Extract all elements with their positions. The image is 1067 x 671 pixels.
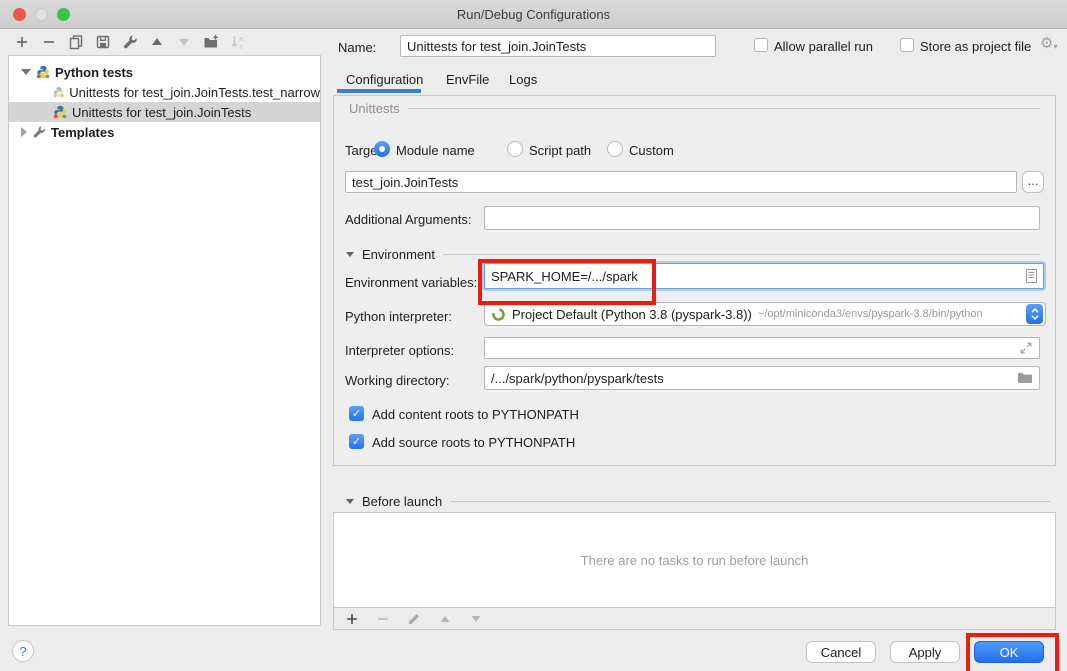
name-input[interactable] (400, 35, 716, 57)
add-content-roots-checkbox[interactable]: ✓ (349, 406, 364, 421)
python-tests-icon (53, 85, 64, 99)
add-source-roots-label: Add source roots to PYTHONPATH (372, 435, 575, 450)
conda-environment-icon (491, 307, 506, 322)
new-folder-icon[interactable] (203, 34, 219, 50)
tree-item-label: Unittests for test_join.JoinTests.test_n… (69, 85, 320, 100)
chevron-up-down-icon[interactable] (1026, 304, 1043, 324)
browse-variables-icon[interactable] (1026, 269, 1037, 283)
python-interpreter-combobox[interactable]: Project Default (Python 3.8 (pyspark-3.8… (484, 302, 1046, 326)
collapse-icon[interactable] (21, 69, 31, 75)
sort-configurations-icon[interactable]: az (230, 34, 246, 50)
target-script-path-radio[interactable] (507, 141, 523, 157)
working-directory-input[interactable]: /.../spark/python/pyspark/tests (484, 366, 1040, 390)
python-tests-icon (36, 65, 50, 79)
target-module-name-radio[interactable] (374, 141, 390, 157)
store-as-project-file-label: Store as project file (920, 39, 1031, 54)
divider (408, 108, 1040, 109)
tab-configuration[interactable]: Configuration (346, 72, 423, 87)
move-task-down-icon[interactable] (468, 611, 484, 627)
add-task-icon[interactable] (344, 611, 360, 627)
environment-section-header[interactable]: Environment (346, 247, 1040, 262)
before-launch-empty-text: There are no tasks to run before launch (581, 553, 809, 568)
cancel-button[interactable]: Cancel (806, 641, 876, 663)
expand-icon[interactable] (21, 127, 27, 137)
environment-variables-label: Environment variables: (345, 275, 477, 290)
environment-section-label: Environment (362, 247, 435, 262)
name-label: Name: (338, 40, 376, 55)
before-launch-task-list[interactable]: There are no tasks to run before launch (333, 512, 1056, 608)
python-interpreter-value: Project Default (Python 3.8 (pyspark-3.8… (512, 307, 752, 322)
before-launch-section-label: Before launch (362, 494, 442, 509)
store-as-project-file-checkbox[interactable] (900, 38, 914, 52)
target-custom-label[interactable]: Custom (629, 143, 674, 158)
gear-icon[interactable]: ⚙▾ (1040, 35, 1057, 51)
tree-item-test-narrow[interactable]: Unittests for test_join.JoinTests.test_n… (9, 82, 320, 102)
move-up-icon[interactable] (149, 34, 165, 50)
tab-envfile[interactable]: EnvFile (446, 72, 489, 87)
unittests-group-header: Unittests (349, 101, 1040, 116)
add-source-roots-checkbox[interactable]: ✓ (349, 434, 364, 449)
target-custom-radio[interactable] (607, 141, 623, 157)
python-interpreter-path: ~/opt/miniconda3/envs/pyspark-3.8/bin/py… (758, 308, 983, 320)
tree-item-jointests-selected[interactable]: Unittests for test_join.JoinTests (9, 102, 320, 122)
annotation-box-environment-variables (478, 259, 656, 305)
help-button[interactable]: ? (12, 640, 34, 662)
additional-arguments-input[interactable] (484, 206, 1040, 230)
tree-group-label: Python tests (55, 65, 133, 80)
move-down-icon[interactable] (176, 34, 192, 50)
allow-parallel-run-checkbox[interactable] (754, 38, 768, 52)
collapse-icon[interactable] (346, 252, 354, 257)
svg-text:a: a (239, 36, 243, 43)
tree-item-label: Unittests for test_join.JoinTests (72, 105, 251, 120)
configurations-tree: Python tests Unittests for test_join.Joi… (8, 55, 321, 626)
browse-button[interactable]: ... (1022, 171, 1044, 193)
interpreter-options-label: Interpreter options: (345, 343, 454, 358)
edit-task-icon[interactable] (406, 611, 422, 627)
collapse-icon[interactable] (346, 499, 354, 504)
divider (443, 254, 1040, 255)
tree-group-python-tests[interactable]: Python tests (9, 62, 320, 82)
target-module-name-label[interactable]: Module name (396, 143, 475, 158)
add-content-roots-label: Add content roots to PYTHONPATH (372, 407, 579, 422)
additional-arguments-label: Additional Arguments: (345, 212, 471, 227)
configurations-toolbar: az (14, 34, 246, 50)
divider (450, 501, 1050, 502)
edit-templates-icon[interactable] (122, 34, 138, 50)
before-launch-toolbar (333, 608, 1056, 630)
allow-parallel-run-label: Allow parallel run (774, 39, 873, 54)
svg-text:z: z (239, 44, 242, 51)
unittests-group-label: Unittests (349, 101, 400, 116)
expand-field-icon[interactable] (1019, 341, 1033, 355)
tab-logs[interactable]: Logs (509, 72, 537, 87)
save-configuration-icon[interactable] (95, 34, 111, 50)
copy-configuration-icon[interactable] (68, 34, 84, 50)
apply-button[interactable]: Apply (890, 641, 960, 663)
active-tab-underline (337, 89, 421, 93)
python-tests-icon (53, 105, 67, 119)
remove-configuration-icon[interactable] (41, 34, 57, 50)
move-task-up-icon[interactable] (437, 611, 453, 627)
run-debug-configurations-dialog: Run/Debug Configurations az Python tests… (0, 0, 1067, 671)
tree-group-templates[interactable]: Templates (9, 122, 320, 142)
before-launch-section-header[interactable]: Before launch (346, 494, 1050, 509)
working-directory-label: Working directory: (345, 373, 450, 388)
templates-wrench-icon (32, 125, 46, 139)
folder-icon[interactable] (1017, 370, 1033, 386)
window-title: Run/Debug Configurations (0, 7, 1067, 22)
target-value-input[interactable] (345, 171, 1017, 193)
annotation-box-ok-button (966, 633, 1059, 671)
title-bar[interactable]: Run/Debug Configurations (0, 0, 1067, 29)
tree-group-label: Templates (51, 125, 114, 140)
python-interpreter-label: Python interpreter: (345, 309, 452, 324)
interpreter-options-input[interactable] (484, 337, 1040, 359)
remove-task-icon[interactable] (375, 611, 391, 627)
target-script-path-label[interactable]: Script path (529, 143, 591, 158)
working-directory-value: /.../spark/python/pyspark/tests (491, 371, 664, 386)
add-configuration-icon[interactable] (14, 34, 30, 50)
